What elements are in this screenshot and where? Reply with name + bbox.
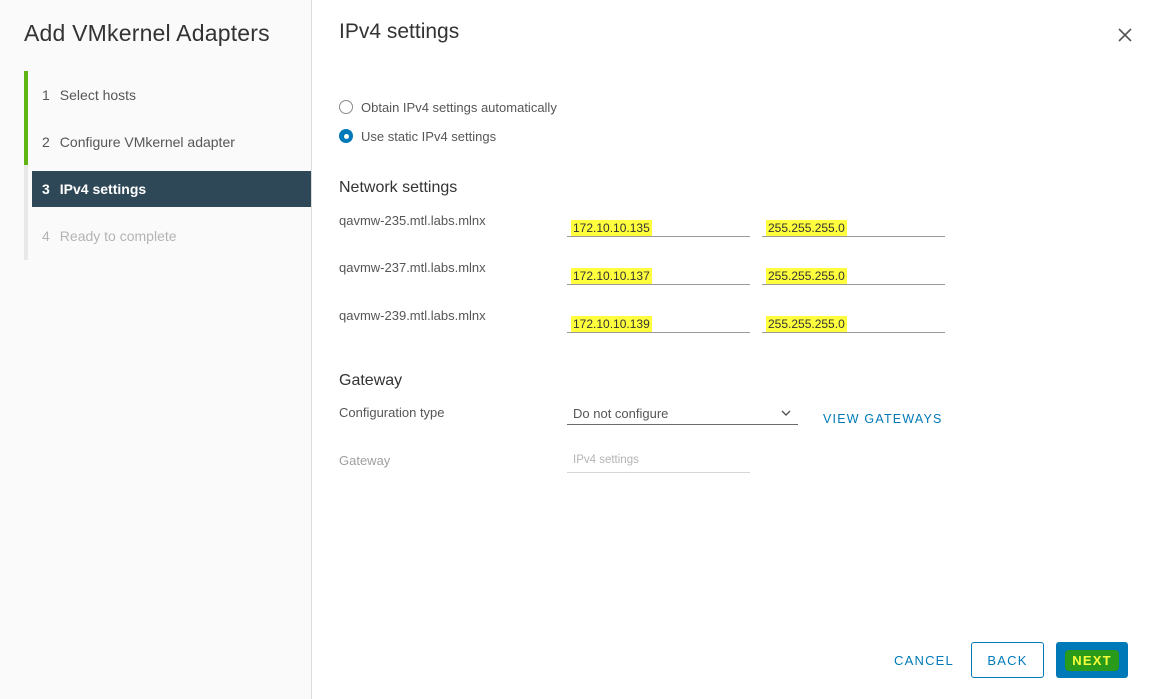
radio-button[interactable]: [339, 100, 353, 114]
ip-address-value: 172.10.10.139: [571, 316, 652, 332]
next-button[interactable]: NEXT: [1056, 642, 1128, 678]
network-settings-title: Network settings: [339, 179, 458, 196]
wizard-sidebar: Add VMkernel Adapters 1 Select hosts 2 C…: [0, 0, 312, 699]
radio-button-checked[interactable]: [339, 129, 353, 143]
subnet-mask-input[interactable]: 255.255.255.0: [762, 215, 945, 237]
ip-address-value: 172.10.10.137: [571, 268, 652, 284]
step-progress-bar: [24, 71, 28, 165]
chevron-down-icon: [780, 407, 792, 419]
ip-address-input[interactable]: 172.10.10.137: [567, 263, 750, 285]
subnet-mask-value: 255.255.255.0: [766, 316, 847, 332]
radio-obtain-automatically[interactable]: Obtain IPv4 settings automatically: [339, 98, 557, 116]
gateway-title: Gateway: [339, 372, 403, 389]
next-button-label: NEXT: [1065, 649, 1119, 671]
gateway-placeholder: IPv4 settings: [573, 454, 639, 466]
page-title: IPv4 settings: [339, 20, 460, 43]
radio-label: Use static IPv4 settings: [361, 128, 497, 144]
select-value: Do not configure: [573, 406, 669, 421]
ip-address-input[interactable]: 172.10.10.135: [567, 215, 750, 237]
subnet-mask-value: 255.255.255.0: [766, 268, 847, 284]
host-name: qavmw-237.mtl.labs.mlnx: [339, 260, 486, 275]
step-select-hosts[interactable]: 1 Select hosts: [32, 77, 311, 113]
close-icon[interactable]: [1114, 24, 1136, 46]
wizard-title: Add VMkernel Adapters: [24, 20, 270, 46]
cancel-button[interactable]: CANCEL: [886, 642, 962, 678]
host-name: qavmw-235.mtl.labs.mlnx: [339, 213, 486, 228]
wizard-steps: 1 Select hosts 2 Configure VMkernel adap…: [24, 71, 311, 260]
ip-address-value: 172.10.10.135: [571, 220, 652, 236]
step-number: 3: [42, 181, 50, 197]
step-label: Select hosts: [59, 87, 137, 103]
step-label: Ready to complete: [59, 228, 177, 244]
step-number: 2: [42, 134, 50, 150]
step-configure-vmkernel-adapter[interactable]: 2 Configure VMkernel adapter: [32, 124, 311, 160]
subnet-mask-value: 255.255.255.0: [766, 220, 847, 236]
ip-address-input[interactable]: 172.10.10.139: [567, 311, 750, 333]
configuration-type-label: Configuration type: [339, 405, 445, 420]
host-name: qavmw-239.mtl.labs.mlnx: [339, 308, 486, 323]
step-label: Configure VMkernel adapter: [59, 134, 235, 150]
back-button[interactable]: BACK: [971, 642, 1044, 678]
step-ready-to-complete: 4 Ready to complete: [32, 218, 311, 254]
step-ipv4-settings[interactable]: 3 IPv4 settings: [32, 171, 311, 207]
step-number: 4: [42, 228, 50, 244]
subnet-mask-input[interactable]: 255.255.255.0: [762, 263, 945, 285]
radio-use-static[interactable]: Use static IPv4 settings: [339, 127, 496, 145]
radio-label: Obtain IPv4 settings automatically: [361, 99, 557, 115]
gateway-input: IPv4 settings: [567, 450, 750, 473]
gateway-label: Gateway: [339, 453, 391, 468]
step-number: 1: [42, 87, 50, 103]
step-label: IPv4 settings: [59, 181, 147, 197]
subnet-mask-input[interactable]: 255.255.255.0: [762, 311, 945, 333]
configuration-type-select[interactable]: Do not configure: [567, 402, 798, 425]
view-gateways-button[interactable]: VIEW GATEWAYS: [823, 412, 943, 426]
